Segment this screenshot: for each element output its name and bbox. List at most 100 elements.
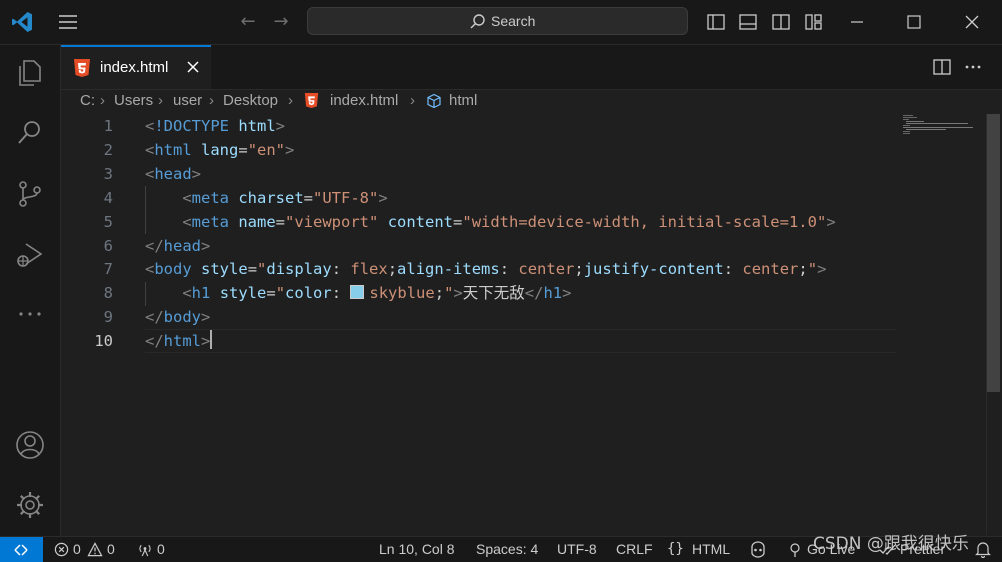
accounts-icon[interactable] (14, 429, 46, 461)
code-editor[interactable]: 1 <!DOCTYPE html> 2 <html lang="en"> 3 <head>… (61, 114, 1002, 535)
cursor-position[interactable]: Ln 10, Col 8 (379, 541, 455, 557)
warning-icon[interactable] (87, 542, 103, 557)
broadcast-icon (790, 543, 800, 557)
breadcrumb-item-users[interactable]: Users (114, 92, 153, 109)
error-icon[interactable] (54, 542, 69, 557)
code-text: <head> (145, 162, 201, 186)
code-token: > (285, 140, 295, 159)
code-line[interactable]: 10 </html> (61, 329, 896, 353)
error-count[interactable]: 0 (73, 541, 81, 557)
line-number: 5 (103, 212, 113, 231)
code-text: <!DOCTYPE html> (145, 114, 285, 138)
toggle-panel-icon[interactable] (738, 12, 758, 32)
code-token: !DOCTYPE (154, 117, 229, 135)
code-token: align-items (397, 260, 500, 279)
breadcrumb-item-drive[interactable]: C: (80, 92, 95, 109)
line-number: 10 (94, 332, 113, 351)
code-line[interactable]: 5 <meta name="viewport" content="width=d… (61, 210, 896, 234)
code-text: <body style="display: flex;align-items: … (145, 257, 826, 281)
breadcrumb-item-user[interactable]: user (173, 92, 202, 109)
more-actions-icon[interactable] (963, 57, 983, 77)
settings-gear-icon[interactable] (14, 489, 46, 521)
symbol-element-icon (427, 93, 441, 109)
code-text: <meta name="viewport" content="width=dev… (145, 210, 835, 234)
code-line[interactable]: 1 <!DOCTYPE html> (61, 114, 896, 138)
code-token: " (275, 284, 286, 303)
code-line[interactable]: 2 <html lang="en"> (61, 138, 896, 162)
tab-index-html[interactable]: index.html (61, 45, 211, 89)
color-swatch[interactable] (350, 285, 365, 300)
code-token: > (562, 284, 572, 303)
code-token: </ (524, 284, 544, 303)
breadcrumb-item-file[interactable]: index.html (330, 92, 398, 109)
bell-icon[interactable] (975, 541, 991, 558)
code-token: > (201, 308, 211, 327)
minimize-icon[interactable] (845, 10, 869, 34)
code-token: flex (350, 260, 388, 279)
search-view-icon[interactable] (14, 117, 46, 149)
code-token: body (154, 260, 192, 279)
close-tab-icon[interactable] (185, 59, 201, 75)
code-token: body (163, 308, 201, 327)
code-line[interactable]: 7 <body style="display: flex;align-items:… (61, 257, 896, 281)
code-token: "UTF-8" (313, 188, 379, 207)
copilot-icon[interactable] (748, 541, 768, 558)
maximize-icon[interactable] (902, 10, 926, 34)
vertical-scrollbar-thumb[interactable] (987, 114, 1000, 392)
code-token: charset (238, 188, 304, 207)
close-window-icon[interactable] (960, 10, 984, 34)
breadcrumb-item-desktop[interactable]: Desktop (223, 92, 278, 109)
toggle-secondary-sidebar-icon[interactable] (771, 12, 791, 32)
code-token: justify-content (583, 260, 724, 279)
command-center-search[interactable]: Search (307, 7, 688, 35)
code-line[interactable]: 4 <meta charset="UTF-8"> (61, 186, 896, 210)
remote-indicator[interactable] (0, 537, 43, 562)
search-icon (470, 14, 485, 29)
warning-count[interactable]: 0 (107, 541, 115, 557)
breadcrumb-item-symbol[interactable]: html (449, 92, 477, 109)
code-line[interactable]: 9 </body> (61, 305, 896, 329)
ports-count[interactable]: 0 (157, 541, 165, 557)
code-token: 天下无敌 (462, 284, 525, 303)
toggle-primary-sidebar-icon[interactable] (706, 12, 726, 32)
code-line[interactable]: 3 <head> (61, 162, 896, 186)
line-number: 8 (103, 284, 113, 303)
code-token: </ (145, 332, 164, 351)
code-token: " (444, 284, 454, 303)
code-token: center (742, 260, 799, 279)
code-token: = (453, 212, 463, 231)
explorer-icon[interactable] (14, 57, 46, 89)
code-token: = (303, 188, 314, 207)
split-editor-icon[interactable] (932, 57, 952, 77)
code-line[interactable]: 8 <h1 style="color: skyblue;">天下无敌</h1> (61, 281, 896, 305)
chevron-right-icon: › (410, 92, 415, 109)
more-icon[interactable] (14, 298, 46, 330)
forward-arrow-icon[interactable]: → (270, 11, 292, 33)
code-line[interactable]: 6 </head> (61, 234, 896, 258)
encoding[interactable]: UTF-8 (557, 541, 597, 557)
code-text: </html> (145, 329, 213, 353)
run-debug-icon[interactable] (14, 239, 46, 271)
indentation[interactable]: Spaces: 4 (476, 541, 538, 557)
minimap[interactable] (903, 114, 983, 144)
line-number: 9 (103, 308, 113, 327)
code-token: </ (145, 308, 164, 327)
code-token: head (163, 236, 201, 255)
back-arrow-icon[interactable]: ← (237, 11, 259, 33)
code-token: < (182, 284, 192, 303)
language-mode[interactable]: HTML (692, 541, 730, 557)
line-number: 3 (103, 164, 113, 183)
menu-icon[interactable] (56, 10, 80, 34)
code-token: </ (145, 236, 164, 255)
end-of-line[interactable]: CRLF (616, 541, 653, 557)
ports-icon[interactable] (137, 542, 153, 557)
code-token: display (266, 260, 332, 279)
source-control-icon[interactable] (14, 178, 46, 210)
code-token: meta (191, 188, 229, 207)
customize-layout-icon[interactable] (804, 12, 824, 32)
